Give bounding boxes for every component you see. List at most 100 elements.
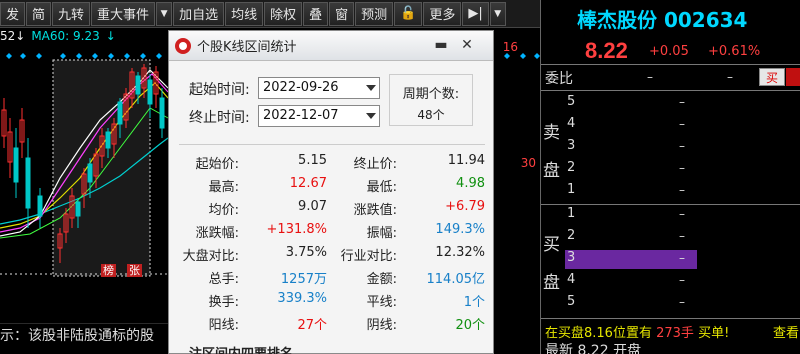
stat-label: 平线: bbox=[366, 295, 397, 310]
toolbar-button[interactable]: 更多 bbox=[423, 1, 462, 26]
next-section-heading: 注区间内四要排名 bbox=[189, 343, 293, 354]
event-marker-zhang[interactable]: 张 bbox=[127, 264, 142, 277]
toolbar-button[interactable]: 九转 bbox=[52, 1, 91, 26]
buy-level-price[interactable]: – bbox=[679, 295, 685, 309]
sell-level-price[interactable]: – bbox=[679, 139, 685, 153]
stock-title: 棒杰股份 002634 bbox=[577, 8, 748, 32]
ma60-arrow: ↓ bbox=[105, 29, 116, 43]
toolbar-button[interactable]: 均线 bbox=[225, 1, 264, 26]
ma-legend: 52↓ MA60: 9.23 ↓ bbox=[0, 28, 116, 44]
order-alert-prefix: 在买盘8.16位置有 bbox=[545, 326, 652, 341]
end-time-value: 2022-12-07 bbox=[263, 108, 339, 123]
sell-level-price[interactable]: – bbox=[679, 183, 685, 197]
toolbar-button[interactable]: 发 bbox=[0, 1, 26, 26]
stat-label: 终止价: bbox=[353, 157, 397, 172]
toolbar-button[interactable]: 重大事件 bbox=[91, 1, 156, 26]
stat-value: +6.79 bbox=[445, 199, 485, 214]
stat-label: 涨跌幅: bbox=[195, 226, 239, 241]
toolbar-button[interactable]: 预测 bbox=[355, 1, 394, 26]
stat-label: 总手: bbox=[208, 272, 239, 287]
start-time-select[interactable]: 2022-09-26 bbox=[258, 77, 380, 99]
stat-value: 4.98 bbox=[456, 176, 485, 191]
order-alert-volume: 273手 bbox=[656, 326, 694, 341]
sell-level-price[interactable]: – bbox=[679, 161, 685, 175]
sell-level-5: 5 bbox=[567, 94, 576, 109]
stat-label: 阳线: bbox=[208, 318, 239, 333]
toolbar-button[interactable]: 除权 bbox=[264, 1, 303, 26]
event-marker-bang[interactable]: 榜 bbox=[101, 264, 116, 277]
toolbar-button[interactable]: ▶| bbox=[462, 1, 489, 26]
stat-value: 9.07 bbox=[298, 199, 327, 214]
close-icon[interactable]: ✕ bbox=[457, 36, 477, 54]
order-alert[interactable]: 在买盘8.16位置有 273手 买单! bbox=[545, 322, 729, 341]
buy-level-2: 2 bbox=[567, 228, 576, 243]
ma60-label: MA60: 9.23 bbox=[31, 29, 100, 43]
axis-label-mid: 30 bbox=[520, 156, 536, 170]
stat-value: 3.75% bbox=[285, 245, 327, 260]
buy-level-price[interactable]: – bbox=[679, 273, 685, 287]
toolbar-button[interactable]: 加自选 bbox=[173, 1, 225, 26]
sell-side-label-2: 盘 bbox=[543, 161, 560, 181]
toolbar-button[interactable]: ▼ bbox=[489, 1, 506, 26]
buy-level-1: 1 bbox=[567, 206, 576, 221]
buy-level-price[interactable]: – bbox=[679, 251, 685, 265]
status-message: 示：该股非陆股通标的股 bbox=[0, 324, 175, 354]
buy-side-label-2: 盘 bbox=[543, 273, 560, 293]
toolbar-button[interactable]: 叠 bbox=[303, 1, 329, 26]
end-time-label: 终止时间: bbox=[189, 110, 250, 126]
buy-dropdown-button[interactable] bbox=[786, 68, 800, 86]
stat-value: 339.3% bbox=[277, 291, 327, 306]
stat-label: 最低: bbox=[366, 180, 397, 195]
toolbar-button[interactable]: 窗 bbox=[329, 1, 355, 26]
sell-level-1: 1 bbox=[567, 182, 576, 197]
app-logo-icon bbox=[175, 37, 191, 54]
stat-value: 20个 bbox=[455, 318, 485, 333]
buy-button[interactable]: 买 bbox=[759, 68, 785, 86]
stat-label: 均价: bbox=[208, 203, 239, 218]
stat-value: 1个 bbox=[463, 295, 485, 310]
start-time-value: 2022-09-26 bbox=[263, 80, 339, 95]
toolbar-button[interactable]: 简 bbox=[26, 1, 52, 26]
stat-value: 1257万 bbox=[280, 272, 327, 287]
chevron-down-icon bbox=[366, 85, 376, 91]
dialog-titlebar[interactable]: 个股K线区间统计 ▬ ✕ bbox=[169, 31, 493, 61]
sell-level-4: 4 bbox=[567, 116, 576, 131]
stat-value: 12.67 bbox=[289, 176, 327, 191]
toolbar-button[interactable]: 🔓 bbox=[394, 1, 423, 26]
buy-level-price[interactable]: – bbox=[679, 207, 685, 221]
period-count-box: 周期个数: 48个 bbox=[389, 74, 473, 126]
stat-value: 11.94 bbox=[447, 153, 485, 168]
chevron-down-icon bbox=[366, 113, 376, 119]
stat-label: 换手: bbox=[208, 295, 239, 310]
weibi-label: 委比 bbox=[545, 71, 573, 87]
stat-label: 振幅: bbox=[366, 226, 397, 241]
stat-label: 起始价: bbox=[195, 157, 239, 172]
buy-level-3: 3 bbox=[567, 250, 576, 265]
stat-label: 大盘对比: bbox=[182, 249, 239, 264]
sell-level-price[interactable]: – bbox=[679, 95, 685, 109]
stat-value: 27个 bbox=[297, 318, 327, 333]
buy-level-price[interactable]: – bbox=[679, 229, 685, 243]
stat-label: 阴线: bbox=[366, 318, 397, 333]
price-change-pct: +0.61% bbox=[708, 44, 761, 59]
view-link[interactable]: 查看 bbox=[773, 322, 799, 341]
quote-panel: 棒杰股份 002634 8.22 +0.05 +0.61% 委比 – – 买 卖… bbox=[540, 0, 800, 354]
toolbar-button[interactable]: ▼ bbox=[156, 1, 173, 26]
price-change: +0.05 bbox=[649, 44, 689, 59]
selected-level-highlight bbox=[565, 250, 697, 269]
stat-label: 涨跌值: bbox=[353, 203, 397, 218]
current-price: 8.22 bbox=[585, 38, 628, 63]
end-time-select[interactable]: 2022-12-07 bbox=[258, 105, 380, 127]
axis-label-top: 16 bbox=[502, 40, 518, 54]
divider bbox=[541, 90, 800, 91]
buy-side-label-1: 买 bbox=[543, 235, 560, 255]
minimize-icon[interactable]: ▬ bbox=[431, 36, 451, 54]
sell-level-price[interactable]: – bbox=[679, 117, 685, 131]
stat-label: 金额: bbox=[366, 272, 397, 287]
sell-level-3: 3 bbox=[567, 138, 576, 153]
ma-partial-value: 52↓ bbox=[0, 29, 26, 43]
stat-label: 最高: bbox=[208, 180, 239, 195]
divider bbox=[541, 64, 800, 65]
stat-value: 12.32% bbox=[435, 245, 485, 260]
divider bbox=[541, 318, 800, 319]
